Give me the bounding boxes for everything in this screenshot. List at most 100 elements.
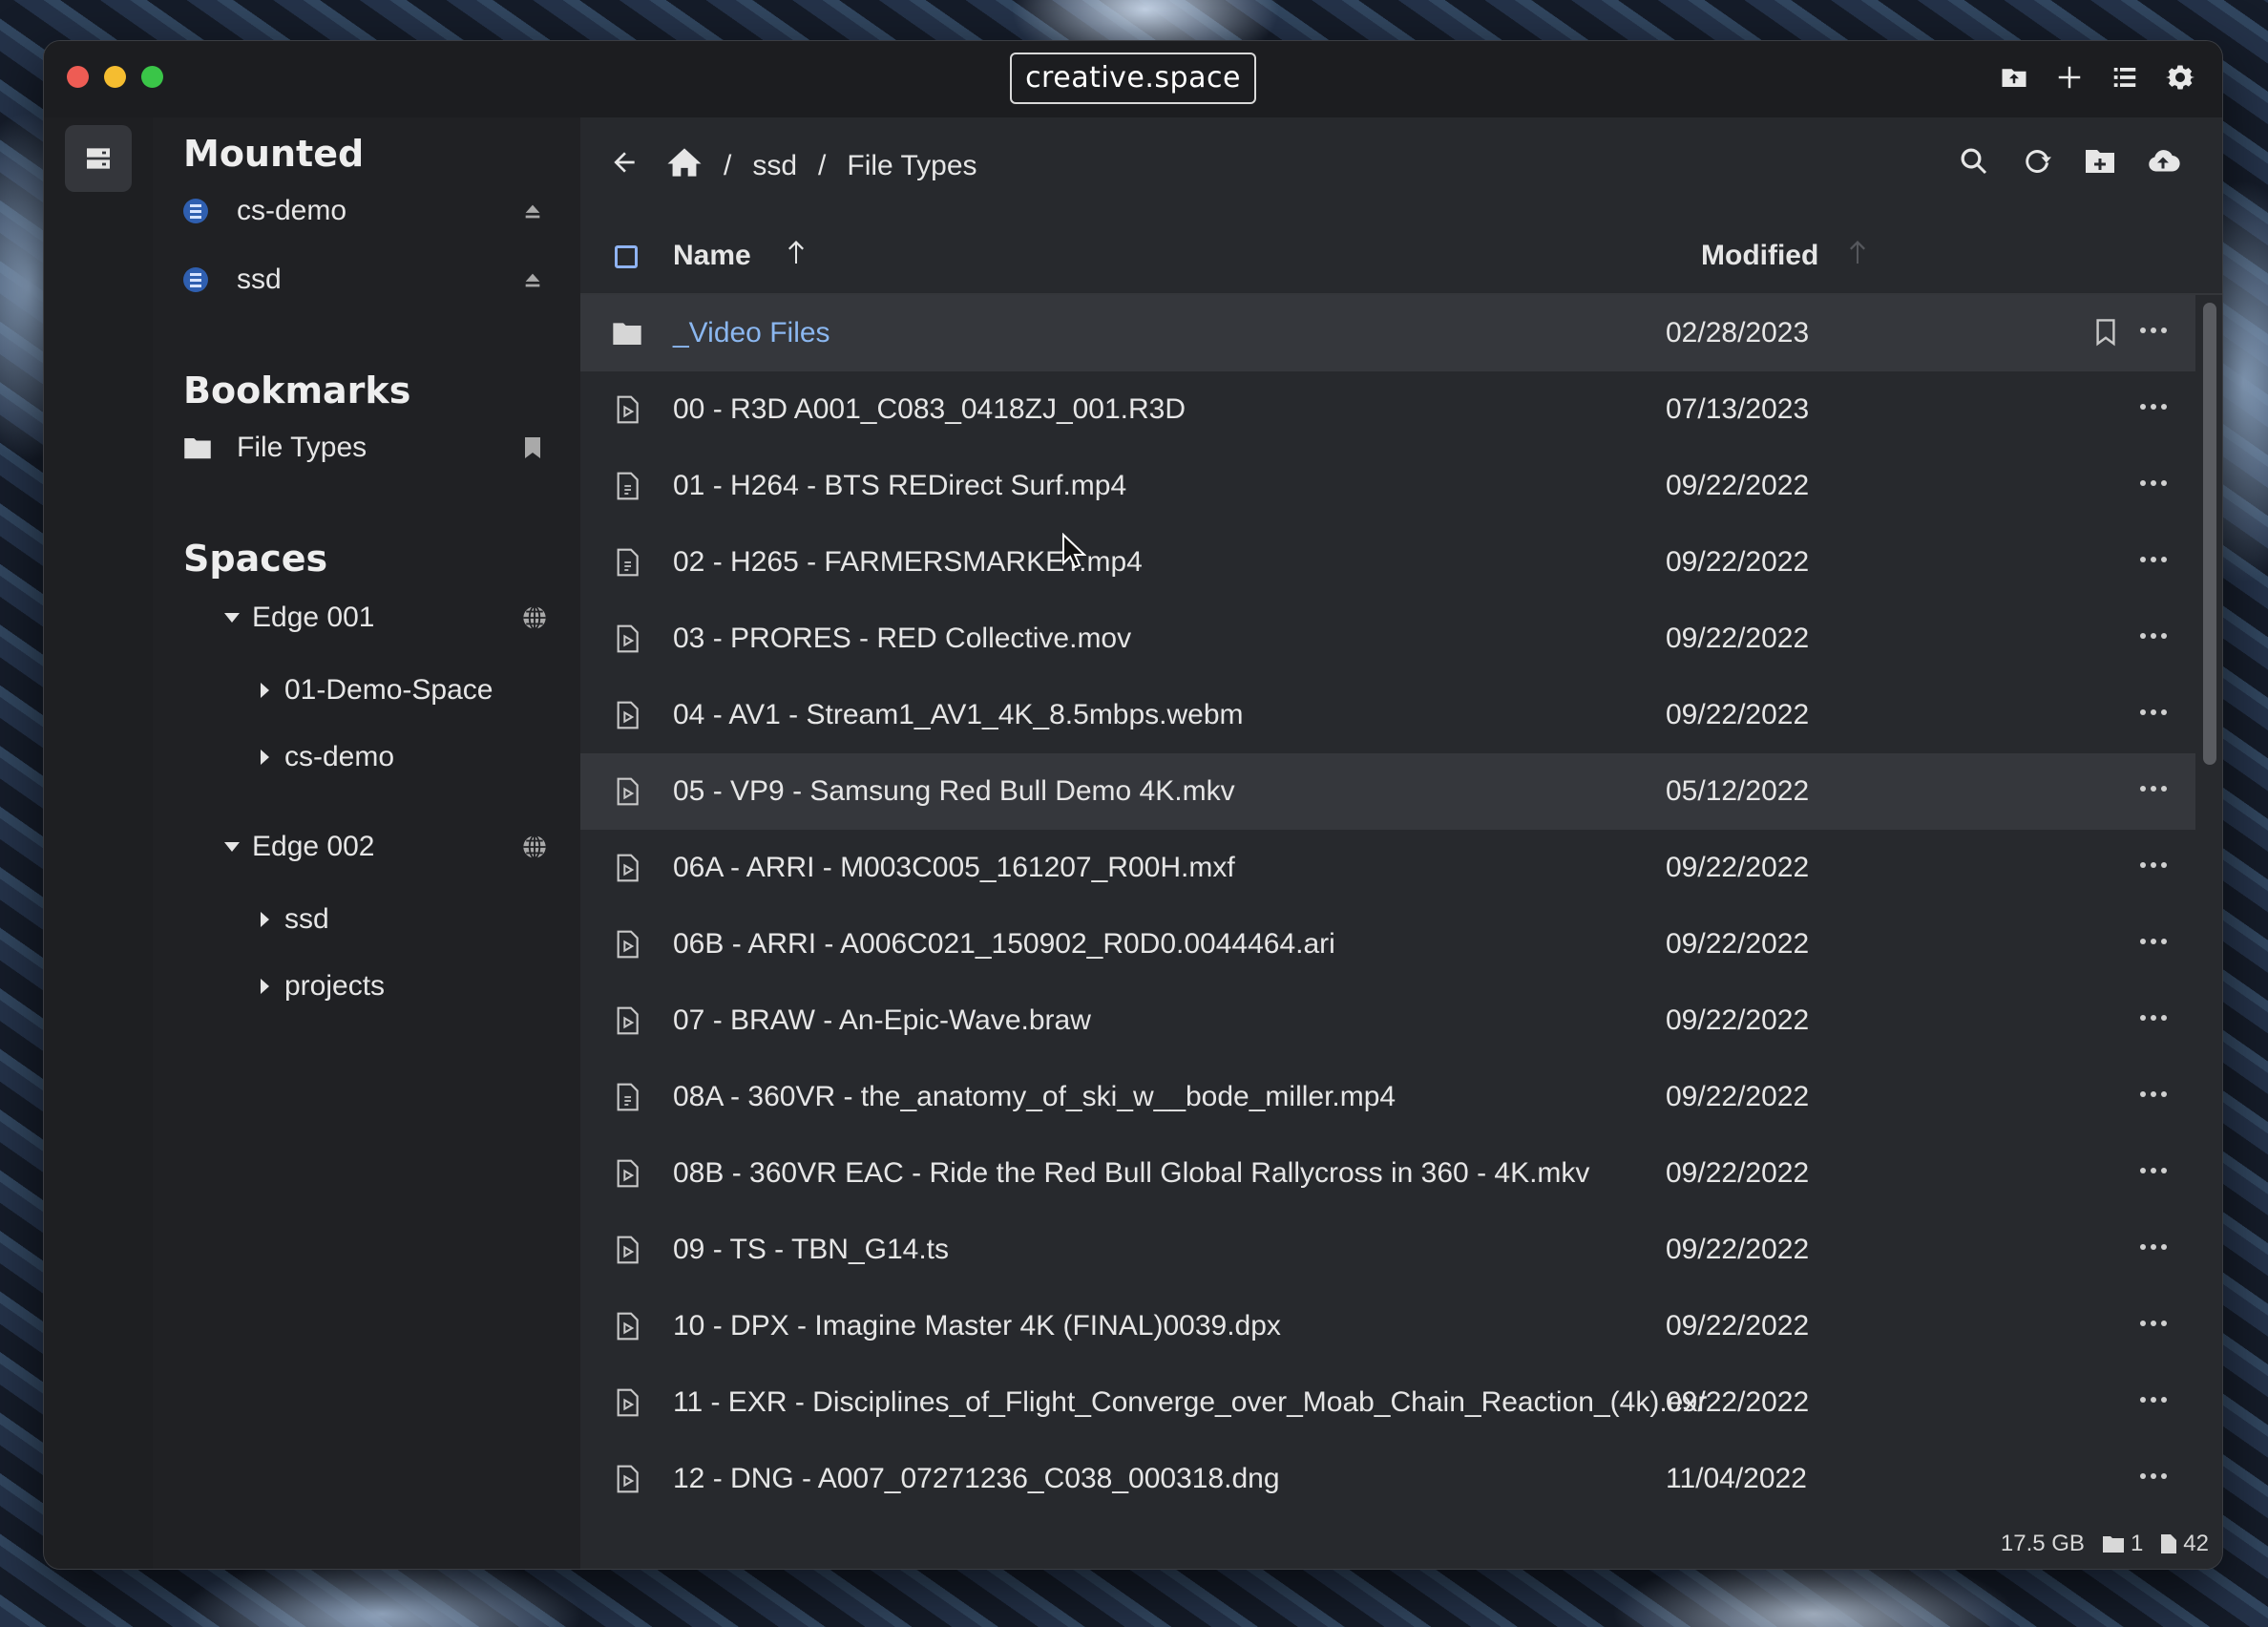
file-row[interactable]: 02 - H265 - FARMERSMARKET.mp4 09/22/2022 bbox=[580, 524, 2195, 601]
file-row[interactable]: 09 - TS - TBN_G14.ts 09/22/2022 bbox=[580, 1212, 2195, 1288]
file-row[interactable]: 07 - BRAW - An-Epic-Wave.braw 09/22/2022 bbox=[580, 983, 2195, 1059]
file-name[interactable]: 02 - H265 - FARMERSMARKET.mp4 bbox=[673, 546, 1666, 579]
spaces-heading: Spaces bbox=[183, 538, 328, 580]
file-row[interactable]: 03 - PRORES - RED Collective.mov 09/22/20… bbox=[580, 601, 2195, 677]
file-name[interactable]: 09 - TS - TBN_G14.ts bbox=[673, 1234, 1666, 1266]
file-row[interactable]: 10 - DPX - Imagine Master 4K (FINAL)0039… bbox=[580, 1288, 2195, 1364]
more-options-icon[interactable] bbox=[2140, 1473, 2167, 1481]
bookmark-icon[interactable] bbox=[514, 436, 552, 459]
back-arrow-icon[interactable] bbox=[609, 147, 640, 185]
caret-right-icon[interactable] bbox=[258, 978, 271, 995]
breadcrumb-separator: / bbox=[724, 150, 732, 181]
toggle-sidebar-button[interactable] bbox=[65, 125, 132, 192]
more-options-icon[interactable] bbox=[2140, 862, 2167, 870]
space-child-cs-demo[interactable]: cs-demo bbox=[258, 730, 394, 784]
home-icon[interactable] bbox=[666, 145, 703, 187]
file-row[interactable]: 00 - R3D A001_C083_0418ZJ_001.R3D 07/13/2… bbox=[580, 371, 2195, 448]
left-rail bbox=[44, 117, 153, 1569]
eject-icon[interactable] bbox=[514, 201, 552, 222]
space-child-projects[interactable]: projects bbox=[258, 960, 385, 1013]
file-row[interactable]: 04 - AV1 - Stream1_AV1_4K_8.5mbps.webm 09… bbox=[580, 677, 2195, 753]
caret-right-icon[interactable] bbox=[258, 749, 271, 766]
gear-icon[interactable] bbox=[2163, 60, 2197, 95]
file-row[interactable]: 08A - 360VR - the_anatomy_of_ski_w__bode… bbox=[580, 1059, 2195, 1135]
minimize-window-button[interactable] bbox=[104, 66, 126, 88]
space-child-label: 01-Demo-Space bbox=[284, 674, 494, 706]
file-row[interactable]: 11 - EXR - Disciplines_of_Flight_Converg… bbox=[580, 1364, 2195, 1441]
modified-column-header[interactable]: Modified bbox=[1701, 240, 1818, 272]
video-file-icon bbox=[580, 1158, 673, 1189]
caret-right-icon[interactable] bbox=[258, 682, 271, 699]
modified-date: 07/13/2023 bbox=[1666, 393, 1810, 425]
more-options-icon[interactable] bbox=[2140, 328, 2167, 335]
file-row[interactable]: _Video Files 02/28/2023 bbox=[580, 295, 2195, 371]
caret-down-icon[interactable] bbox=[223, 611, 241, 624]
more-options-icon[interactable] bbox=[2140, 939, 2167, 946]
file-row[interactable]: 06B - ARRI - A006C021_150902_R0D0.004446… bbox=[580, 906, 2195, 983]
name-column-header[interactable]: Name bbox=[673, 240, 751, 272]
space-edge-001[interactable]: Edge 001 bbox=[223, 591, 548, 644]
file-name[interactable]: 10 - DPX - Imagine Master 4K (FINAL)0039… bbox=[673, 1310, 1666, 1342]
search-icon[interactable] bbox=[1957, 144, 1991, 183]
close-window-button[interactable] bbox=[67, 66, 89, 88]
zoom-window-button[interactable] bbox=[141, 66, 163, 88]
file-name[interactable]: 00 - R3D A001_C083_0418ZJ_001.R3D bbox=[673, 393, 1666, 426]
add-icon[interactable] bbox=[2052, 60, 2087, 95]
refresh-icon[interactable] bbox=[2020, 144, 2054, 183]
file-row[interactable]: 08B - 360VR EAC - Ride the Red Bull Glob… bbox=[580, 1135, 2195, 1212]
space-edge-002[interactable]: Edge 002 bbox=[223, 820, 548, 874]
modified-date: 05/12/2022 bbox=[1666, 775, 1810, 807]
video-file-icon bbox=[580, 1235, 673, 1265]
mounted-item-ssd[interactable]: ssd bbox=[183, 253, 552, 306]
space-child-ssd[interactable]: ssd bbox=[258, 893, 329, 946]
file-name[interactable]: 06A - ARRI - M003C005_161207_R00H.mxf bbox=[673, 852, 1666, 884]
bookmark-outline-icon[interactable] bbox=[2094, 318, 2117, 351]
breadcrumb-ssd[interactable]: ssd bbox=[752, 150, 797, 182]
file-name[interactable]: 12 - DNG - A007_07271236_C038_000318.dng bbox=[673, 1463, 1666, 1495]
file-name[interactable]: 06B - ARRI - A006C021_150902_R0D0.004446… bbox=[673, 928, 1666, 961]
more-options-icon[interactable] bbox=[2140, 1397, 2167, 1405]
more-options-icon[interactable] bbox=[2140, 1321, 2167, 1328]
list-view-icon[interactable] bbox=[2108, 60, 2142, 95]
more-options-icon[interactable] bbox=[2140, 1244, 2167, 1252]
arrow-up-icon[interactable] bbox=[1846, 238, 1869, 271]
breadcrumb: / ssd / File Types bbox=[609, 142, 977, 190]
breadcrumb-file-types[interactable]: File Types bbox=[847, 150, 976, 182]
upload-folder-icon[interactable] bbox=[1997, 60, 2031, 95]
file-row[interactable]: 06A - ARRI - M003C005_161207_R00H.mxf 09/… bbox=[580, 830, 2195, 906]
eject-icon[interactable] bbox=[514, 269, 552, 290]
caret-right-icon[interactable] bbox=[258, 911, 271, 928]
file-icon bbox=[580, 547, 673, 578]
select-all-checkbox[interactable] bbox=[615, 245, 638, 268]
new-folder-icon[interactable] bbox=[2083, 144, 2117, 183]
file-name[interactable]: 04 - AV1 - Stream1_AV1_4K_8.5mbps.webm bbox=[673, 699, 1666, 731]
file-name[interactable]: 11 - EXR - Disciplines_of_Flight_Converg… bbox=[673, 1386, 1707, 1419]
more-options-icon[interactable] bbox=[2140, 404, 2167, 412]
file-row[interactable]: 01 - H264 - BTS REDirect Surf.mp4 09/22/2… bbox=[580, 448, 2195, 524]
more-options-icon[interactable] bbox=[2140, 709, 2167, 717]
cloud-upload-icon[interactable] bbox=[2146, 144, 2180, 183]
file-name[interactable]: 05 - VP9 - Samsung Red Bull Demo 4K.mkv bbox=[673, 775, 1666, 808]
mounted-item-cs-demo[interactable]: cs-demo bbox=[183, 184, 552, 238]
arrow-up-icon[interactable] bbox=[785, 238, 808, 271]
file-name[interactable]: 07 - BRAW - An-Epic-Wave.braw bbox=[673, 1004, 1666, 1037]
folder-icon bbox=[2102, 1536, 2124, 1553]
file-name[interactable]: 03 - PRORES - RED Collective.mov bbox=[673, 623, 1666, 655]
more-options-icon[interactable] bbox=[2140, 1168, 2167, 1175]
scrollbar-thumb[interactable] bbox=[2203, 303, 2216, 765]
file-name[interactable]: 01 - H264 - BTS REDirect Surf.mp4 bbox=[673, 470, 1666, 502]
file-row[interactable]: 12 - DNG - A007_07271236_C038_000318.dng… bbox=[580, 1441, 2195, 1517]
more-options-icon[interactable] bbox=[2140, 480, 2167, 488]
bookmark-item-file-types[interactable]: File Types bbox=[183, 421, 552, 475]
more-options-icon[interactable] bbox=[2140, 633, 2167, 641]
file-name[interactable]: 08B - 360VR EAC - Ride the Red Bull Glob… bbox=[673, 1157, 1666, 1190]
more-options-icon[interactable] bbox=[2140, 786, 2167, 793]
space-child-01-demo-space[interactable]: 01-Demo-Space bbox=[258, 664, 493, 717]
folder-name-link[interactable]: _Video Files bbox=[673, 317, 1666, 349]
more-options-icon[interactable] bbox=[2140, 1015, 2167, 1023]
file-name[interactable]: 08A - 360VR - the_anatomy_of_ski_w__bode… bbox=[673, 1081, 1666, 1113]
more-options-icon[interactable] bbox=[2140, 557, 2167, 564]
caret-down-icon[interactable] bbox=[223, 840, 241, 854]
file-row[interactable]: 05 - VP9 - Samsung Red Bull Demo 4K.mkv 0… bbox=[580, 753, 2195, 830]
more-options-icon[interactable] bbox=[2140, 1091, 2167, 1099]
